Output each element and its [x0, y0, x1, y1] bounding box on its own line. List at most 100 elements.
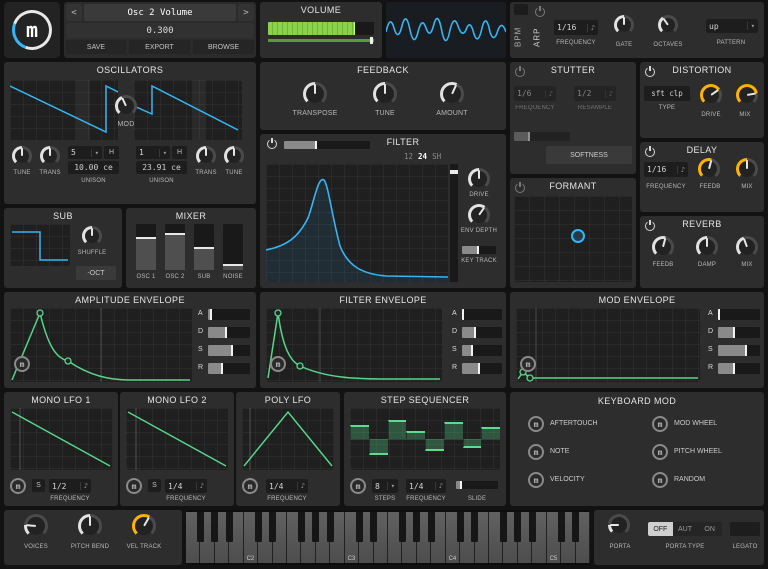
feedback-transpose-knob[interactable] [303, 82, 327, 106]
caret-icon[interactable]: ▾ [158, 148, 167, 157]
step-bar[interactable] [387, 419, 407, 439]
porta-type-on[interactable]: ON [697, 522, 722, 536]
step-frequency-selector[interactable]: 1/4 ♪ [406, 479, 446, 493]
amp-env-decay-slider[interactable] [208, 327, 250, 338]
step-bar[interactable] [443, 421, 463, 439]
caret-icon[interactable]: ▾ [386, 482, 395, 490]
piano-key-black[interactable] [471, 512, 479, 542]
piano-key-black[interactable] [499, 512, 507, 542]
patch-prev-button[interactable]: < [66, 4, 82, 21]
arp-gate-knob[interactable] [614, 15, 634, 35]
osc1-tune-knob[interactable] [12, 146, 32, 166]
poly-lfo-frequency-selector[interactable]: 1/4 ♪ [266, 479, 308, 493]
voices-knob[interactable] [24, 514, 48, 538]
velocity-mod-source-icon[interactable]: m [528, 472, 544, 488]
lfo2-sync-button[interactable]: S [148, 479, 161, 492]
note-icon[interactable]: ♪ [434, 482, 443, 490]
mixer-sub-slider[interactable] [194, 224, 214, 270]
filter-env-attack-slider[interactable] [462, 309, 502, 320]
distortion-type-selector[interactable]: sft clp [644, 86, 690, 101]
filter-env-sustain-slider[interactable] [462, 345, 502, 356]
filter-blend-slider[interactable] [284, 141, 370, 149]
porta-type-off[interactable]: OFF [648, 522, 673, 536]
osc2-tune-knob[interactable] [224, 146, 244, 166]
piano-key-black[interactable] [557, 512, 565, 542]
osc1-unison-voices-selector[interactable]: 5 ▾ [68, 146, 102, 159]
note-icon[interactable]: ♪ [79, 482, 88, 490]
filter-env-mod-source-icon[interactable]: m [270, 356, 286, 372]
note-icon[interactable]: ♪ [195, 482, 204, 490]
piano-key-black[interactable] [456, 512, 464, 542]
osc1-trans-knob[interactable] [40, 146, 60, 166]
note-icon[interactable]: ♪ [676, 165, 685, 174]
amp-env-sustain-slider[interactable] [208, 345, 250, 356]
volume-meter[interactable] [268, 22, 374, 35]
stutter-softness-button[interactable]: SOFTNESS [546, 146, 632, 164]
osc2-unison-detune-value[interactable]: 23.91 ce [136, 161, 187, 174]
legato-toggle[interactable] [730, 522, 760, 536]
piano-key-black[interactable] [398, 512, 406, 542]
reverb-feedback-knob[interactable] [652, 236, 674, 258]
piano-key-black[interactable] [312, 512, 320, 542]
mixer-osc1-slider[interactable] [136, 224, 156, 270]
reverb-damp-knob[interactable] [696, 236, 718, 258]
osc1-harmonize-button[interactable]: H [104, 146, 119, 159]
piano-key-black[interactable] [225, 512, 233, 542]
piano-key-black[interactable] [514, 512, 522, 542]
lfo1-frequency-selector[interactable]: 1/2 ♪ [49, 479, 91, 493]
distortion-drive-knob[interactable] [700, 84, 722, 106]
piano-key-black[interactable] [269, 512, 277, 542]
filter-env-display[interactable] [266, 308, 442, 382]
osc1-unison-detune-value[interactable]: 10.00 ce [68, 161, 119, 174]
feedback-tune-knob[interactable] [373, 82, 397, 106]
stutter-softness-slider[interactable] [514, 132, 570, 141]
filter-shelf-button[interactable]: SH [432, 152, 441, 161]
lfo1-waveform-display[interactable] [10, 408, 112, 470]
filter-power-icon[interactable] [266, 138, 278, 150]
volume-slider-handle[interactable] [370, 37, 373, 44]
filter-resonance-slider[interactable] [450, 164, 458, 282]
mod-env-display[interactable] [516, 308, 700, 382]
reverb-mix-knob[interactable] [736, 236, 758, 258]
slide-slider[interactable] [456, 481, 498, 489]
mod-env-release-slider[interactable] [718, 363, 760, 374]
step-bar[interactable] [425, 439, 444, 452]
feedback-amount-knob[interactable] [440, 82, 464, 106]
arp-octaves-knob[interactable] [658, 15, 678, 35]
filter-env-release-slider[interactable] [462, 363, 502, 374]
osc2-harmonize-button[interactable]: H [172, 146, 187, 159]
formant-xy-handle[interactable] [571, 229, 585, 243]
vel-track-knob[interactable] [132, 514, 156, 538]
lfo2-waveform-display[interactable] [126, 408, 228, 470]
save-button[interactable]: SAVE [66, 40, 126, 54]
mod-wheel-mod-source-icon[interactable]: m [652, 416, 668, 432]
sub-waveform-display[interactable] [10, 224, 70, 266]
arp-power-icon[interactable] [534, 6, 546, 18]
porta-knob[interactable] [608, 514, 630, 536]
step-sequencer-mod-source-icon[interactable]: m [350, 478, 366, 494]
note-icon[interactable]: ♪ [586, 23, 595, 32]
patch-next-button[interactable]: > [238, 4, 254, 21]
piano-key-black[interactable] [370, 512, 378, 542]
osc-mod-knob[interactable] [115, 95, 137, 117]
mixer-noise-slider[interactable] [223, 224, 243, 270]
delay-mix-knob[interactable] [736, 158, 758, 180]
delay-feedback-knob[interactable] [698, 158, 720, 180]
arp-frequency-selector[interactable]: 1/16 ♪ [554, 20, 598, 35]
piano-key-black[interactable] [211, 512, 219, 542]
osc2-unison-voices-selector[interactable]: 1 ▾ [136, 146, 170, 159]
filter-24db-button[interactable]: 24 [418, 152, 427, 161]
note-icon[interactable]: ♪ [296, 482, 305, 490]
caret-icon[interactable]: ▾ [746, 22, 755, 30]
sub-octave-button[interactable]: -OCT [76, 266, 116, 280]
amp-env-release-slider[interactable] [208, 363, 250, 374]
piano-key-black[interactable] [355, 512, 363, 542]
export-button[interactable]: EXPORT [129, 40, 190, 54]
note-mod-source-icon[interactable]: m [528, 444, 544, 460]
volume-slider[interactable] [268, 37, 374, 44]
lfo1-mod-source-icon[interactable]: m [10, 478, 26, 494]
random-mod-source-icon[interactable]: m [652, 472, 668, 488]
mod-env-mod-source-icon[interactable]: m [520, 356, 536, 372]
filter-env-decay-slider[interactable] [462, 327, 502, 338]
delay-frequency-selector[interactable]: 1/16 ♪ [644, 162, 688, 177]
